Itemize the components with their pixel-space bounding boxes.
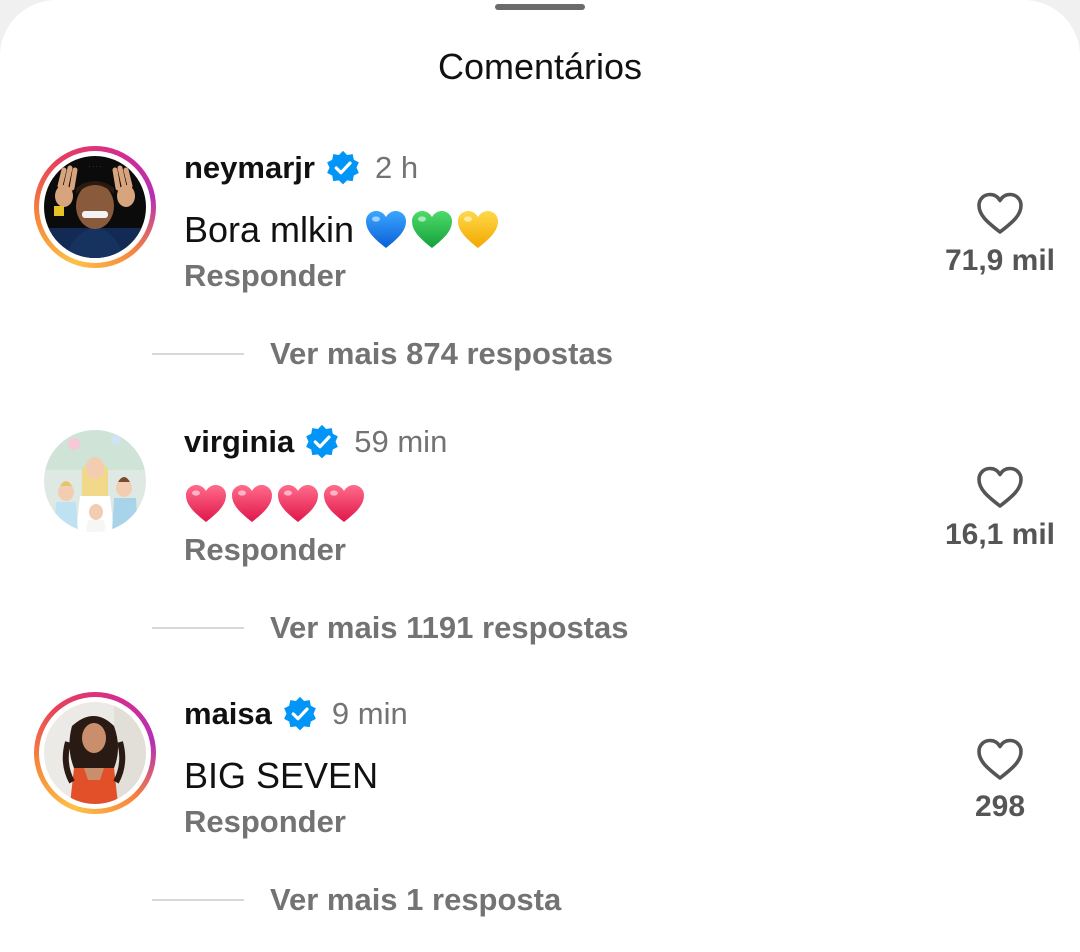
avatar-story-ring[interactable]: · · · · bbox=[34, 146, 156, 268]
blue-heart-icon bbox=[364, 208, 408, 252]
like-group: 71,9 mil bbox=[920, 190, 1080, 278]
red-heart-icon bbox=[276, 482, 320, 526]
heart-outline-icon[interactable] bbox=[975, 736, 1025, 782]
comment-time: 59 min bbox=[354, 424, 448, 459]
comment-time: 2 h bbox=[374, 150, 419, 185]
heart-outline-icon[interactable] bbox=[975, 190, 1025, 236]
comment-item: maisa 9 min BIG SEVEN Responder 298 Ver … bbox=[0, 692, 1080, 952]
verified-badge-icon bbox=[325, 150, 361, 186]
view-more-replies[interactable]: Ver mais 1191 respostas bbox=[152, 610, 628, 646]
comment-time: 9 min bbox=[331, 696, 408, 731]
red-heart-icon bbox=[184, 482, 228, 526]
verified-badge-icon bbox=[282, 696, 318, 732]
comments-sheet: Comentários · · · · neymarjr 2 h Bora ml… bbox=[0, 0, 1080, 952]
like-group: 16,1 mil bbox=[920, 464, 1080, 552]
avatar-wrap[interactable] bbox=[34, 420, 156, 542]
view-more-replies-label: Ver mais 1191 respostas bbox=[270, 610, 629, 645]
username[interactable]: maisa bbox=[184, 696, 272, 732]
username[interactable]: virginia bbox=[184, 424, 294, 460]
comment-text: Bora mlkin bbox=[184, 206, 502, 254]
like-count: 16,1 mil bbox=[944, 518, 1056, 551]
avatar bbox=[44, 702, 146, 804]
svg-text:· · · ·: · · · · bbox=[89, 164, 102, 170]
username[interactable]: neymarjr bbox=[184, 150, 315, 186]
sheet-title: Comentários bbox=[437, 46, 643, 87]
comment-meta: maisa 9 min bbox=[184, 692, 408, 736]
comment-text: BIG SEVEN bbox=[184, 752, 378, 800]
comment-meta: neymarjr 2 h bbox=[184, 146, 418, 190]
avatar: · · · · bbox=[44, 156, 146, 258]
yellow-heart-icon bbox=[456, 208, 500, 252]
comment-text bbox=[184, 480, 368, 528]
reply-button[interactable]: Responder bbox=[184, 804, 346, 840]
red-heart-icon bbox=[322, 482, 366, 526]
heart-outline-icon[interactable] bbox=[975, 464, 1025, 510]
comment-text-content: BIG SEVEN bbox=[184, 755, 379, 796]
view-more-replies[interactable]: Ver mais 874 respostas bbox=[152, 336, 613, 372]
replies-divider bbox=[152, 899, 244, 901]
avatar bbox=[44, 430, 146, 532]
green-heart-icon bbox=[410, 208, 454, 252]
comment-item: · · · · neymarjr 2 h Bora mlkin Responde… bbox=[0, 146, 1080, 406]
comment-meta: virginia 59 min bbox=[184, 420, 447, 464]
view-more-replies[interactable]: Ver mais 1 resposta bbox=[152, 882, 561, 918]
replies-divider bbox=[152, 353, 244, 355]
verified-badge-icon bbox=[304, 424, 340, 460]
drag-handle[interactable] bbox=[495, 4, 585, 10]
reply-button[interactable]: Responder bbox=[184, 532, 346, 568]
reply-button[interactable]: Responder bbox=[184, 258, 346, 294]
like-count: 71,9 mil bbox=[944, 244, 1056, 277]
avatar-story-ring[interactable] bbox=[34, 692, 156, 814]
view-more-replies-label: Ver mais 874 respostas bbox=[270, 336, 613, 371]
like-group: 298 bbox=[920, 736, 1080, 824]
red-heart-icon bbox=[230, 482, 274, 526]
comment-item: virginia 59 min Responder 16,1 mil Ver m… bbox=[0, 420, 1080, 680]
like-count: 298 bbox=[974, 790, 1026, 823]
replies-divider bbox=[152, 627, 244, 629]
view-more-replies-label: Ver mais 1 resposta bbox=[270, 882, 562, 917]
comment-text-content: Bora mlkin bbox=[184, 209, 355, 250]
